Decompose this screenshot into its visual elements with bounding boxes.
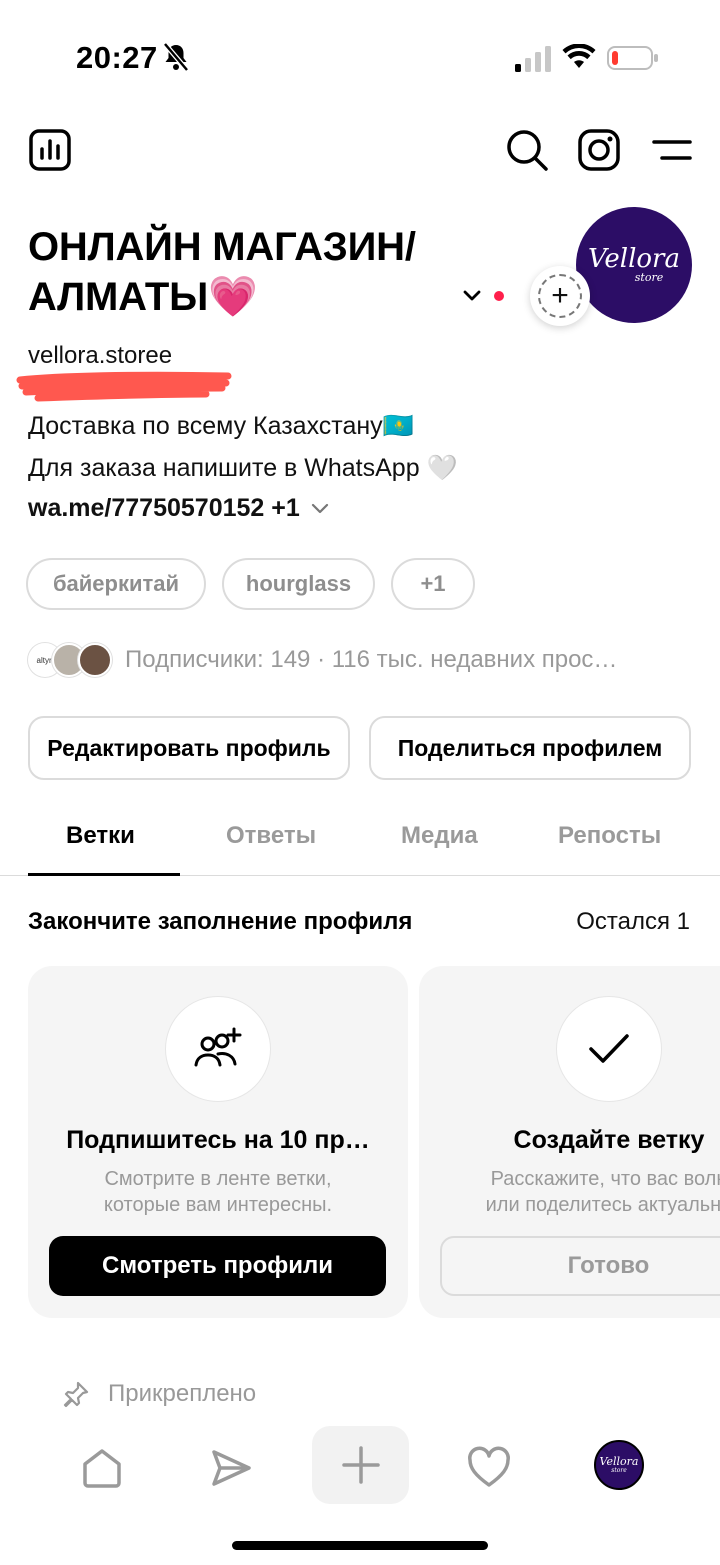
bio-link-text: wa.me/77750570152 +1 bbox=[28, 494, 300, 522]
chevron-down-icon bbox=[311, 503, 328, 513]
complete-profile-count: Остался 1 bbox=[576, 908, 690, 935]
status-time: 20:27 bbox=[76, 40, 158, 75]
profile-avatar[interactable]: Vellora store bbox=[576, 207, 692, 323]
heart-icon[interactable] bbox=[467, 1446, 511, 1490]
bell-muted-icon bbox=[163, 42, 189, 72]
checkmark-icon bbox=[556, 996, 662, 1102]
add-people-icon bbox=[165, 996, 271, 1102]
card-title: Создайте ветку bbox=[513, 1126, 705, 1154]
avatar-sub-text: store bbox=[634, 271, 664, 284]
tag-chip[interactable]: hourglass bbox=[222, 558, 375, 610]
profile-name: ОНЛАЙН МАГАЗИН/ АЛМАТЫ💗 bbox=[28, 225, 416, 319]
red-scribble-mark bbox=[16, 371, 232, 402]
chevron-down-icon[interactable] bbox=[460, 286, 484, 306]
suggestion-card-follow: Подпишитесь на 10 пр… Смотрите в ленте в… bbox=[28, 966, 408, 1318]
add-story-button[interactable]: + bbox=[530, 266, 590, 326]
tab-threads[interactable]: Ветки bbox=[66, 822, 135, 850]
card-title: Подпишитесь на 10 пр… bbox=[66, 1126, 370, 1154]
followers-row[interactable]: altyn Подписчики: 149 · 116 тыс. недавни… bbox=[28, 643, 708, 679]
home-icon[interactable] bbox=[80, 1446, 124, 1490]
search-icon[interactable] bbox=[505, 128, 549, 172]
active-tab-indicator bbox=[28, 873, 180, 876]
suggestion-card-create-thread: Создайте ветку Расскажите, что вас волн … bbox=[419, 966, 720, 1318]
profile-tab-avatar[interactable]: Vellora store bbox=[594, 1440, 644, 1490]
card-description: Расскажите, что вас волн или поделитесь … bbox=[485, 1168, 720, 1216]
tab-reposts[interactable]: Репосты bbox=[558, 822, 661, 850]
new-thread-button[interactable] bbox=[312, 1426, 409, 1504]
done-button[interactable]: Готово bbox=[440, 1236, 720, 1296]
tab-media[interactable]: Медиа bbox=[401, 822, 478, 850]
plus-icon bbox=[341, 1446, 380, 1484]
signal-icon bbox=[515, 46, 551, 72]
plus-icon: + bbox=[538, 274, 582, 318]
tag-chip-more[interactable]: +1 bbox=[391, 558, 475, 610]
avatar-brand-text: Vellora bbox=[588, 244, 680, 274]
instagram-icon[interactable] bbox=[577, 128, 621, 172]
pinned-section: Прикреплено bbox=[62, 1380, 256, 1408]
bio-line-1: Доставка по всему Казахстану🇰🇿 bbox=[28, 412, 414, 440]
view-profiles-button[interactable]: Смотреть профили bbox=[49, 1236, 386, 1296]
follower-avatar bbox=[78, 643, 112, 677]
tab-replies[interactable]: Ответы bbox=[226, 822, 316, 850]
insights-icon[interactable] bbox=[28, 128, 72, 172]
pinned-label: Прикреплено bbox=[108, 1380, 257, 1407]
followers-text: Подписчики: 149 · 116 тыс. недавних прос… bbox=[125, 646, 618, 673]
profile-tabs: Ветки Ответы Медиа Репосты bbox=[0, 800, 720, 876]
bottom-navigation: Vellora store bbox=[0, 1420, 720, 1520]
pin-icon bbox=[63, 1381, 89, 1408]
bio-line-2: Для заказа напишите в WhatsApp 🤍 bbox=[28, 454, 458, 482]
complete-profile-title: Закончите заполнение профиля bbox=[28, 908, 413, 935]
notification-dot bbox=[494, 291, 504, 301]
bio-link[interactable]: wa.me/77750570152 +1 bbox=[28, 494, 330, 523]
battery-low-icon bbox=[607, 46, 658, 70]
edit-profile-button[interactable]: Редактировать профиль bbox=[28, 716, 350, 780]
send-icon[interactable] bbox=[209, 1446, 253, 1490]
top-navigation bbox=[0, 120, 720, 180]
home-indicator[interactable] bbox=[232, 1541, 488, 1550]
wifi-icon bbox=[562, 44, 596, 68]
menu-icon[interactable] bbox=[650, 128, 694, 172]
card-description: Смотрите в ленте ветки, которые вам инте… bbox=[103, 1168, 333, 1216]
share-profile-button[interactable]: Поделиться профилем bbox=[369, 716, 691, 780]
tag-chip[interactable]: байеркитай bbox=[26, 558, 206, 610]
status-bar: 20:27 bbox=[0, 0, 720, 110]
